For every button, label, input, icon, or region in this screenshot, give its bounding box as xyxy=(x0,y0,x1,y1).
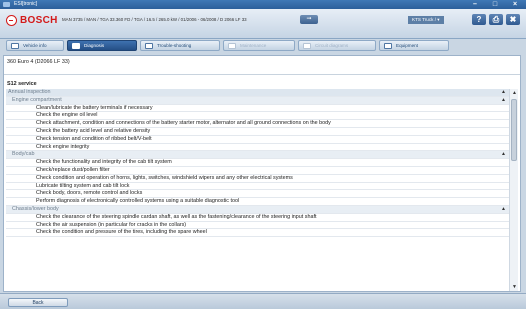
group-label: Body/cab xyxy=(12,151,35,158)
scroll-down-icon[interactable]: ▼ xyxy=(510,283,519,291)
maximize-icon[interactable]: □ xyxy=(490,0,500,9)
bosch-logo: BOSCH xyxy=(6,14,58,26)
tab-diagnosis[interactable]: Diagnosis xyxy=(67,40,137,51)
service-title: S12 service xyxy=(7,81,37,87)
list-item[interactable]: Check the engine oil level xyxy=(6,112,510,121)
tab-vehicle-info[interactable]: Vehicle info xyxy=(6,40,64,51)
list-item[interactable]: Clean/lubricate the battery terminals if… xyxy=(6,105,510,113)
bosch-armature-icon xyxy=(6,14,17,26)
main-tabs: Vehicle info Diagnosis Trouble-shooting … xyxy=(6,40,526,53)
tab-equipment[interactable]: Equipment xyxy=(379,40,449,51)
list-group[interactable]: Engine compartment ▲ xyxy=(6,96,510,105)
list-section[interactable]: Annual inspection ▲ xyxy=(6,89,510,97)
scroll-thumb[interactable] xyxy=(511,99,517,161)
window-controls: – □ × xyxy=(470,0,520,9)
list-group[interactable]: Body/cab ▲ xyxy=(6,151,510,160)
maintenance-icon xyxy=(228,42,236,49)
kts-selector[interactable]: KTS Truck / ▾ xyxy=(408,16,444,24)
diagnosis-icon xyxy=(72,42,80,49)
tab-label: Diagnosis xyxy=(84,43,105,48)
list-item[interactable]: Check engine integrity xyxy=(6,144,510,152)
service-checklist: Annual inspection ▲ Engine compartment ▲ C… xyxy=(6,89,510,292)
list-item[interactable]: Check the functionality and integrity of… xyxy=(6,159,510,167)
car-icon xyxy=(11,42,19,49)
list-item[interactable]: Check the air suspension (in particular … xyxy=(6,222,510,230)
footer-bar: Back xyxy=(0,293,526,309)
scroll-up-icon[interactable]: ▲ xyxy=(510,89,519,97)
section-label: Annual inspection xyxy=(8,89,51,95)
exit-icon[interactable]: ✖ xyxy=(506,14,520,25)
tab-label: Vehicle info xyxy=(23,43,47,48)
main-panel: 360 Euro 4 (D2066 LF 33) S12 service Ann… xyxy=(3,55,521,292)
app-header: BOSCH MAN 3735 / MAN / TGA 33.360 FD / T… xyxy=(0,9,526,39)
circuit-diagram-icon xyxy=(303,42,311,49)
list-group[interactable]: Chassis/lower body ▲ xyxy=(6,205,510,214)
list-item[interactable]: Check the battery acid level and relativ… xyxy=(6,128,510,136)
collapse-icon[interactable]: ▲ xyxy=(501,97,506,104)
collapse-icon[interactable]: ▲ xyxy=(501,89,506,96)
vehicle-description: MAN 3735 / MAN / TGA 33.360 FD / TGA / 1… xyxy=(62,17,247,22)
list-item[interactable]: Check attachment, condition and connecti… xyxy=(6,120,510,128)
tab-label: Equipment xyxy=(396,43,418,48)
list-item[interactable]: Check/replace dust/pollen filter xyxy=(6,167,510,175)
group-label: Chassis/lower body xyxy=(12,205,59,212)
minimize-icon[interactable]: – xyxy=(470,0,480,9)
list-item[interactable]: Perform diagnosis of electronically cont… xyxy=(6,198,510,206)
print-icon[interactable]: ⎙ xyxy=(489,14,503,25)
list-item[interactable]: Check tension and condition of ribbed be… xyxy=(6,136,510,144)
collapse-icon[interactable]: ▲ xyxy=(501,206,506,213)
tab-trouble-shooting[interactable]: Trouble-shooting xyxy=(140,40,220,51)
equipment-icon xyxy=(384,42,392,49)
tab-label: Circuit diagrams xyxy=(315,43,349,48)
tab-circuit-diagrams[interactable]: Circuit diagrams xyxy=(298,40,376,51)
window-title: ESI[tronic] xyxy=(14,1,38,7)
list-item[interactable]: Check the condition and pressure of the … xyxy=(6,229,510,238)
list-item[interactable]: Check body, doors, remote control and lo… xyxy=(6,190,510,199)
trouble-shooting-icon xyxy=(145,42,153,49)
list-item[interactable]: Check the clearance of the steering spin… xyxy=(6,214,510,222)
group-label: Engine compartment xyxy=(12,96,62,103)
tab-label: Trouble-shooting xyxy=(157,43,192,48)
app-icon xyxy=(3,2,10,7)
back-button[interactable]: Back xyxy=(8,298,68,307)
list-item[interactable]: Check condition and operation of horns, … xyxy=(6,175,510,183)
collapse-icon[interactable]: ▲ xyxy=(501,151,506,158)
header-icons: ? ⎙ ✖ xyxy=(472,14,520,25)
vehicle-title: 360 Euro 4 (D2066 LF 33) xyxy=(7,59,70,65)
divider xyxy=(4,74,520,75)
tab-maintenance[interactable]: Maintenance xyxy=(223,40,295,51)
close-icon[interactable]: × xyxy=(510,0,520,9)
logo-text: BOSCH xyxy=(20,14,58,26)
vehicle-select-arrow-button[interactable]: ➞ xyxy=(300,15,318,24)
list-item[interactable]: Lubricate tilting system and cab tilt lo… xyxy=(6,183,510,191)
help-icon[interactable]: ? xyxy=(472,14,486,25)
vertical-scrollbar[interactable]: ▲ ▼ xyxy=(509,89,518,291)
tab-label: Maintenance xyxy=(240,43,267,48)
title-bar: ESI[tronic] – □ × xyxy=(0,0,526,9)
